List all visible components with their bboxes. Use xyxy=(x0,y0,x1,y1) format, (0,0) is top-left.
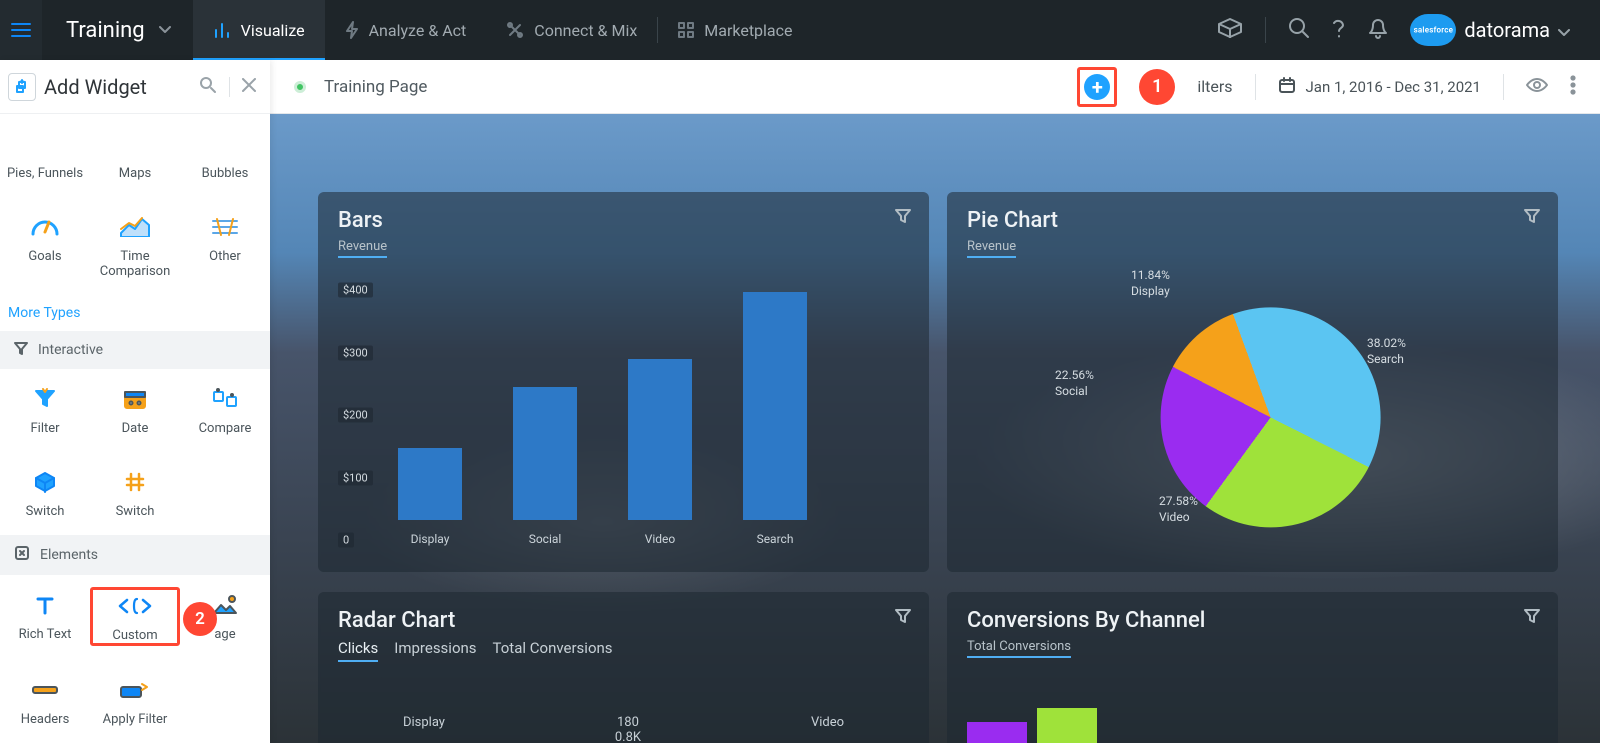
code-icon xyxy=(93,590,177,622)
box-icon[interactable] xyxy=(1217,18,1243,42)
callout-1: 1 xyxy=(1139,69,1175,105)
cube-icon xyxy=(2,466,88,498)
add-widget-icon xyxy=(8,73,36,101)
tab-impressions[interactable]: Impressions xyxy=(394,639,476,662)
card-bars[interactable]: Bars Revenue 0$100$200$300$400DisplaySoc… xyxy=(318,192,929,572)
filters-label[interactable]: ilters xyxy=(1197,77,1232,96)
filter-icon[interactable] xyxy=(895,208,911,228)
tab-visualize[interactable]: Visualize xyxy=(193,0,325,60)
elements-icon xyxy=(14,545,30,565)
bars-icon xyxy=(213,21,231,39)
widget-custom[interactable]: Custom xyxy=(90,581,180,654)
area-icon xyxy=(92,211,178,243)
grid-icon xyxy=(678,22,694,38)
filter-icon[interactable] xyxy=(1524,608,1540,628)
card-metric[interactable]: Total Conversions xyxy=(967,633,1071,658)
card-metric[interactable]: Revenue xyxy=(338,233,387,258)
date-range-picker[interactable]: Jan 1, 2016 - Dec 31, 2021 xyxy=(1278,76,1481,98)
widget-compare[interactable]: Compare xyxy=(180,375,270,446)
card-title: Bars xyxy=(338,208,909,233)
tab-analyze[interactable]: Analyze & Act xyxy=(325,0,487,60)
more-icon[interactable] xyxy=(1570,75,1576,99)
panel-title: Add Widget xyxy=(44,75,187,99)
card-radar[interactable]: Radar Chart Clicks Impressions Total Con… xyxy=(318,592,929,743)
card-title: Radar Chart xyxy=(338,608,909,633)
nav-separator xyxy=(1265,17,1266,43)
header-icon xyxy=(2,674,88,706)
bell-icon[interactable] xyxy=(1368,17,1388,43)
gauge-icon xyxy=(2,211,88,243)
widget-time-comparison[interactable]: Time Comparison xyxy=(90,203,180,289)
widget-pies-funnels[interactable]: Pies, Funnels xyxy=(0,120,90,191)
search-icon[interactable] xyxy=(195,72,221,102)
tab-total-conversions[interactable]: Total Conversions xyxy=(493,639,613,662)
status-indicator xyxy=(294,81,306,93)
add-widget-panel: Add Widget Pies, Funnels Maps Bubbles Go… xyxy=(0,60,270,743)
widget-filter[interactable]: Filter xyxy=(0,375,90,446)
filter-icon xyxy=(14,341,28,359)
widget-other[interactable]: Other xyxy=(180,203,270,289)
help-icon[interactable] xyxy=(1332,17,1346,43)
close-icon[interactable] xyxy=(238,73,260,100)
bars-plot: 0$100$200$300$400DisplaySocialVideoSearc… xyxy=(338,280,909,554)
other-icon xyxy=(182,211,268,243)
filter-icon[interactable] xyxy=(1524,208,1540,228)
apply-filter-icon xyxy=(92,674,178,706)
widget-apply-filter[interactable]: Apply Filter xyxy=(90,666,180,737)
filter-icon[interactable] xyxy=(895,608,911,628)
project-switcher[interactable]: Training xyxy=(42,18,193,43)
widget-rich-text[interactable]: Rich Text xyxy=(0,581,90,654)
card-title: Pie Chart xyxy=(967,208,1538,233)
tab-connect[interactable]: Connect & Mix xyxy=(486,0,657,60)
add-widget-button[interactable]: + xyxy=(1084,74,1110,100)
visibility-icon[interactable] xyxy=(1526,77,1548,97)
brand: datorama xyxy=(1410,14,1570,46)
chevron-down-icon[interactable] xyxy=(1558,18,1570,42)
funnel-icon xyxy=(2,383,88,415)
calendar-icon xyxy=(1278,76,1296,98)
hamburger-menu[interactable] xyxy=(0,0,42,60)
salesforce-logo xyxy=(1410,14,1456,46)
card-conversions[interactable]: Conversions By Channel Total Conversions xyxy=(947,592,1558,743)
callout-2: 2 xyxy=(183,602,217,636)
callout-frame-1: + xyxy=(1077,67,1117,107)
radar-tabs: Clicks Impressions Total Conversions xyxy=(338,639,909,662)
widget-headers[interactable]: Headers xyxy=(0,666,90,737)
pie-plot: 38.02%Search27.58%Video22.56%Social11.84… xyxy=(947,264,1558,562)
widget-switch-1[interactable]: Switch xyxy=(0,458,90,529)
connect-icon xyxy=(506,21,524,39)
card-metric[interactable]: Revenue xyxy=(967,233,1016,258)
widget-goals[interactable]: Goals xyxy=(0,203,90,289)
widget-maps[interactable]: Maps xyxy=(90,120,180,191)
page-title[interactable]: Training Page xyxy=(324,77,427,97)
more-types-link[interactable]: More Types xyxy=(0,295,270,331)
text-icon xyxy=(2,589,88,621)
widget-bubbles[interactable]: Bubbles xyxy=(180,120,270,191)
widget-switch-2[interactable]: Switch xyxy=(90,458,180,529)
tab-marketplace[interactable]: Marketplace xyxy=(658,0,812,60)
section-elements: Elements xyxy=(0,535,270,575)
bolt-icon xyxy=(345,21,359,39)
compare-icon xyxy=(182,383,268,415)
search-icon[interactable] xyxy=(1288,17,1310,43)
section-interactive: Interactive xyxy=(0,331,270,369)
hash-icon xyxy=(92,466,178,498)
tab-clicks[interactable]: Clicks xyxy=(338,639,378,662)
card-pie[interactable]: Pie Chart Revenue 38.02%Search27.58%Vide… xyxy=(947,192,1558,572)
widget-date[interactable]: Date xyxy=(90,375,180,446)
chevron-down-icon xyxy=(159,22,171,38)
project-name: Training xyxy=(66,18,145,43)
card-title: Conversions By Channel xyxy=(967,608,1538,633)
calendar-icon xyxy=(92,383,178,415)
